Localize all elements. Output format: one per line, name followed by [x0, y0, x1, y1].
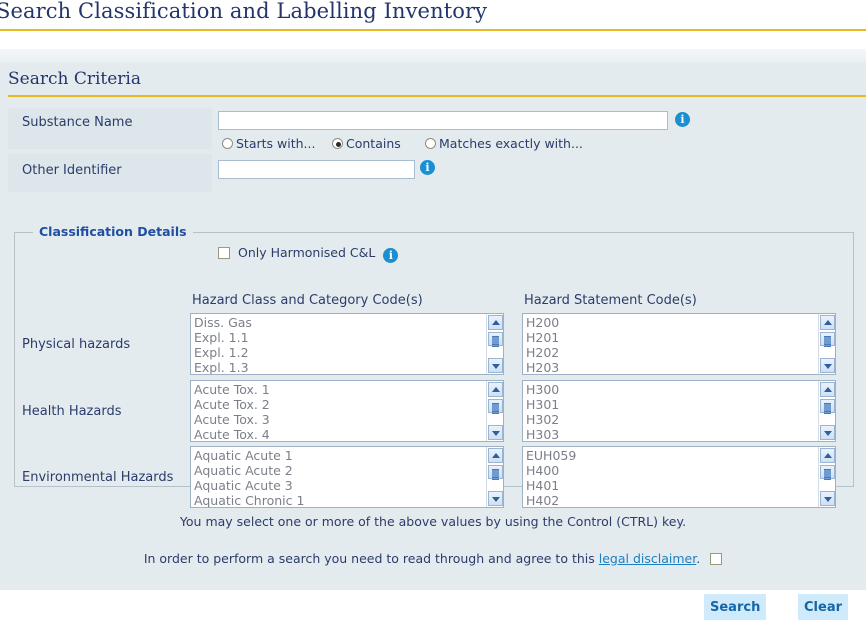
legal-disclaimer-suffix: .: [696, 551, 701, 566]
environmental-hazards-label: Environmental Hazards: [22, 470, 174, 485]
scrollbar[interactable]: [818, 447, 835, 507]
health-hazards-label: Health Hazards: [22, 404, 122, 419]
list-item[interactable]: Acute Tox. 1: [194, 382, 486, 397]
list-item[interactable]: H203: [526, 360, 818, 374]
list-item[interactable]: Aquatic Acute 3: [194, 478, 486, 493]
substance-name-input[interactable]: [218, 111, 668, 130]
scroll-down-arrow-icon[interactable]: [488, 425, 503, 440]
column-header-hazard-statement: Hazard Statement Code(s): [524, 293, 697, 308]
list-item[interactable]: H302: [526, 412, 818, 427]
scroll-up-arrow-icon[interactable]: [488, 448, 503, 463]
scroll-down-arrow-icon[interactable]: [488, 358, 503, 373]
list-item[interactable]: Aquatic Acute 1: [194, 448, 486, 463]
scrollbar[interactable]: [486, 381, 503, 441]
environmental-hazard-class-listbox[interactable]: Aquatic Acute 1 Aquatic Acute 2 Aquatic …: [190, 446, 504, 508]
list-item[interactable]: H402: [526, 493, 818, 507]
scrollbar-thumb[interactable]: [488, 399, 503, 414]
scrollbar-thumb[interactable]: [820, 332, 835, 347]
scroll-up-arrow-icon[interactable]: [820, 448, 835, 463]
scroll-down-arrow-icon[interactable]: [820, 425, 835, 440]
radio-contains[interactable]: Contains: [332, 136, 401, 151]
list-item[interactable]: Diss. Gas: [194, 315, 486, 330]
radio-starts-with[interactable]: Starts with...: [222, 136, 315, 151]
scroll-down-arrow-icon[interactable]: [488, 491, 503, 506]
legal-disclaimer-row: In order to perform a search you need to…: [0, 551, 866, 566]
health-hazard-statement-listbox[interactable]: H300 H301 H302 H303: [522, 380, 836, 442]
environmental-hazard-statement-items: EUH059 H400 H401 H402: [523, 447, 818, 507]
environmental-hazard-statement-listbox[interactable]: EUH059 H400 H401 H402: [522, 446, 836, 508]
scroll-up-arrow-icon[interactable]: [488, 315, 503, 330]
panel-top-gradient: [0, 49, 866, 63]
other-identifier-input[interactable]: [218, 160, 415, 179]
physical-hazard-class-items: Diss. Gas Expl. 1.1 Expl. 1.2 Expl. 1.3: [191, 314, 486, 374]
health-hazard-class-listbox[interactable]: Acute Tox. 1 Acute Tox. 2 Acute Tox. 3 A…: [190, 380, 504, 442]
scroll-down-arrow-icon[interactable]: [820, 358, 835, 373]
scrollbar[interactable]: [486, 314, 503, 374]
physical-hazards-label: Physical hazards: [22, 337, 131, 352]
section-divider: [8, 95, 866, 97]
list-item[interactable]: Expl. 1.1: [194, 330, 486, 345]
health-hazard-statement-items: H300 H301 H302 H303: [523, 381, 818, 441]
legal-disclaimer-link[interactable]: legal disclaimer: [599, 551, 696, 566]
list-item[interactable]: H301: [526, 397, 818, 412]
list-item[interactable]: H303: [526, 427, 818, 441]
physical-hazard-statement-listbox[interactable]: H200 H201 H202 H203: [522, 313, 836, 375]
radio-starts-with-label: Starts with...: [236, 136, 316, 151]
scroll-up-arrow-icon[interactable]: [820, 382, 835, 397]
scrollbar-thumb[interactable]: [488, 465, 503, 480]
list-item[interactable]: Acute Tox. 2: [194, 397, 486, 412]
radio-matches-exactly[interactable]: Matches exactly with...: [425, 136, 583, 151]
list-item[interactable]: Acute Tox. 4: [194, 427, 486, 441]
list-item[interactable]: H201: [526, 330, 818, 345]
scroll-down-arrow-icon[interactable]: [820, 491, 835, 506]
scrollbar-thumb[interactable]: [820, 465, 835, 480]
list-item[interactable]: H401: [526, 478, 818, 493]
scrollbar[interactable]: [486, 447, 503, 507]
classification-details-legend: Classification Details: [33, 224, 193, 239]
scrollbar-thumb[interactable]: [820, 399, 835, 414]
search-button[interactable]: Search: [704, 594, 766, 620]
list-item[interactable]: H300: [526, 382, 818, 397]
scrollbar[interactable]: [818, 314, 835, 374]
radio-contains-dot: [332, 138, 343, 149]
list-item[interactable]: Expl. 1.2: [194, 345, 486, 360]
list-item[interactable]: H200: [526, 315, 818, 330]
ctrl-key-hint: You may select one or more of the above …: [179, 514, 687, 529]
scrollbar-thumb[interactable]: [488, 332, 503, 347]
list-item[interactable]: Aquatic Acute 2: [194, 463, 486, 478]
health-hazard-class-items: Acute Tox. 1 Acute Tox. 2 Acute Tox. 3 A…: [191, 381, 486, 441]
radio-matches-exactly-label: Matches exactly with...: [439, 136, 583, 151]
physical-hazard-statement-items: H200 H201 H202 H203: [523, 314, 818, 374]
radio-matches-exactly-dot: [425, 138, 436, 149]
scroll-up-arrow-icon[interactable]: [820, 315, 835, 330]
list-item[interactable]: Expl. 1.3: [194, 360, 486, 374]
search-criteria-panel: Search Criteria Substance Name i Starts …: [0, 49, 866, 620]
radio-contains-label: Contains: [346, 136, 401, 151]
other-identifier-label: Other Identifier: [22, 163, 122, 178]
other-identifier-info-icon[interactable]: i: [420, 160, 435, 175]
section-title: Search Criteria: [8, 69, 142, 89]
list-item[interactable]: Aquatic Chronic 1: [194, 493, 486, 507]
page-header: Search Classification and Labelling Inve…: [0, 0, 866, 31]
scrollbar[interactable]: [818, 381, 835, 441]
list-item[interactable]: H202: [526, 345, 818, 360]
list-item[interactable]: Acute Tox. 3: [194, 412, 486, 427]
legal-disclaimer-prefix: In order to perform a search you need to…: [143, 551, 599, 566]
column-header-hazard-class: Hazard Class and Category Code(s): [192, 293, 423, 308]
substance-name-info-icon[interactable]: i: [675, 112, 690, 127]
list-item[interactable]: H400: [526, 463, 818, 478]
environmental-hazard-class-items: Aquatic Acute 1 Aquatic Acute 2 Aquatic …: [191, 447, 486, 507]
scroll-up-arrow-icon[interactable]: [488, 382, 503, 397]
page-title: Search Classification and Labelling Inve…: [0, 0, 488, 23]
clear-button[interactable]: Clear: [798, 594, 848, 620]
radio-starts-with-dot: [222, 138, 233, 149]
substance-name-label: Substance Name: [22, 115, 133, 130]
list-item[interactable]: EUH059: [526, 448, 818, 463]
physical-hazard-class-listbox[interactable]: Diss. Gas Expl. 1.1 Expl. 1.2 Expl. 1.3: [190, 313, 504, 375]
legal-disclaimer-checkbox[interactable]: [710, 553, 723, 565]
